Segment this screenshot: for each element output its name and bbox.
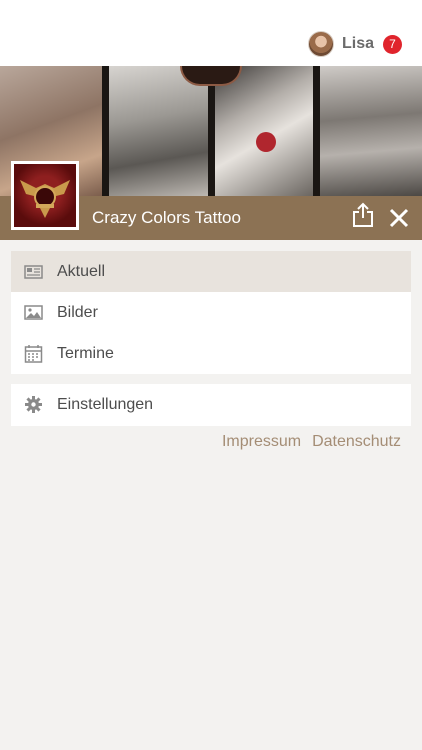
menu-item-label: Termine — [57, 344, 114, 362]
share-button[interactable] — [351, 202, 375, 228]
menu-item-label: Bilder — [57, 303, 98, 321]
avatar[interactable] — [307, 31, 334, 57]
shop-logo — [11, 161, 79, 230]
impressum-link[interactable]: Impressum — [222, 433, 301, 451]
main-menu: Aktuell Bilder Termine — [11, 251, 411, 374]
rose-detail — [256, 132, 276, 152]
footer-links: Impressum Datenschutz — [222, 433, 401, 451]
menu-item-einstellungen[interactable]: Einstellungen — [11, 384, 411, 426]
user-profile[interactable]: Lisa 7 — [307, 30, 402, 58]
top-bar: Lisa 7 — [0, 0, 422, 66]
menu-item-label: Aktuell — [57, 262, 106, 280]
close-button[interactable] — [388, 207, 410, 229]
menu-item-bilder[interactable]: Bilder — [11, 292, 411, 333]
gear-icon — [25, 396, 42, 413]
datenschutz-link[interactable]: Datenschutz — [312, 433, 401, 451]
menu-item-label: Einstellungen — [57, 396, 154, 413]
settings-menu: Einstellungen — [11, 384, 411, 426]
close-icon — [389, 208, 409, 228]
newspaper-icon — [24, 265, 43, 279]
notification-badge[interactable]: 7 — [383, 34, 402, 54]
shop-name: Crazy Colors Tattoo — [92, 208, 241, 227]
eagle-crest-icon — [20, 180, 70, 218]
image-icon — [24, 305, 43, 320]
share-icon — [353, 202, 373, 227]
calendar-icon — [24, 345, 43, 363]
menu-item-aktuell[interactable]: Aktuell — [11, 251, 411, 292]
user-name[interactable]: Lisa — [342, 35, 374, 53]
menu-item-termine[interactable]: Termine — [11, 333, 411, 374]
cover-photo-4 — [320, 66, 422, 196]
cover-photo-2 — [109, 66, 208, 196]
cover-photo-3 — [215, 66, 313, 196]
